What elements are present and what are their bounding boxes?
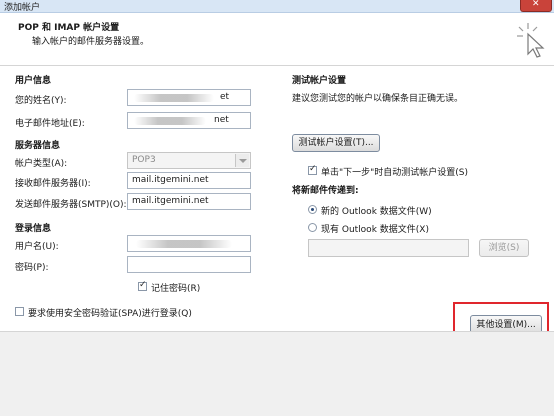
outgoing-server-value: mail.itgemini.net <box>132 196 209 206</box>
redacted-blur <box>134 94 214 102</box>
account-type-value: POP3 <box>132 155 156 165</box>
add-account-dialog: 添加帐户 ✕ POP 和 IMAP 帐户设置 输入帐户的邮件服务器设置。 用户信… <box>0 0 554 416</box>
login-info-heading: 登录信息 <box>15 224 52 234</box>
user-info-heading: 用户信息 <box>15 76 52 86</box>
header-subtitle: 输入帐户的邮件服务器设置。 <box>32 37 150 47</box>
title-bar: 添加帐户 ✕ <box>0 0 554 13</box>
dialog-header: POP 和 IMAP 帐户设置 输入帐户的邮件服务器设置。 <box>0 13 554 66</box>
outgoing-server-input[interactable]: mail.itgemini.net <box>127 193 251 210</box>
email-label: 电子邮件地址(E): <box>15 119 85 129</box>
existing-data-file-radio[interactable] <box>308 223 317 232</box>
test-account-settings-button[interactable]: 测试帐户设置(T)... <box>292 134 380 152</box>
remember-password-label: 记住密码(R) <box>151 284 201 294</box>
close-icon: ✕ <box>532 0 540 9</box>
cursor-click-icon <box>517 23 545 58</box>
username-label: 用户名(U): <box>15 242 59 252</box>
existing-data-file-path[interactable] <box>308 239 469 257</box>
name-label: 您的姓名(Y): <box>15 96 67 106</box>
incoming-server-label: 接收邮件服务器(I): <box>15 179 91 189</box>
dialog-footer <box>0 332 554 416</box>
email-value: net <box>214 115 229 125</box>
existing-data-file-label: 现有 Outlook 数据文件(X) <box>321 225 429 235</box>
account-type-label: 帐户类型(A): <box>15 159 68 169</box>
server-info-heading: 服务器信息 <box>15 141 61 151</box>
username-input[interactable] <box>127 235 251 252</box>
redacted-blur <box>134 117 206 125</box>
test-settings-heading: 测试帐户设置 <box>292 76 347 86</box>
new-data-file-radio[interactable] <box>308 205 317 214</box>
close-button[interactable]: ✕ <box>520 0 552 12</box>
password-input[interactable] <box>127 256 251 273</box>
email-input[interactable]: net <box>127 112 251 129</box>
chevron-down-icon <box>235 154 249 167</box>
account-type-select[interactable]: POP3 <box>127 152 251 169</box>
incoming-server-value: mail.itgemini.net <box>132 175 209 185</box>
name-value: et <box>220 92 230 102</box>
password-label: 密码(P): <box>15 263 49 273</box>
incoming-server-input[interactable]: mail.itgemini.net <box>127 172 251 189</box>
header-title: POP 和 IMAP 帐户设置 <box>18 23 120 33</box>
deliver-new-mail-heading: 将新邮件传递到: <box>292 186 359 196</box>
test-settings-description: 建议您测试您的帐户以确保条目正确无误。 <box>292 94 464 104</box>
auto-test-label: 单击"下一步"时自动测试帐户设置(S) <box>321 168 469 178</box>
spa-label: 要求使用安全密码验证(SPA)进行登录(Q) <box>28 309 192 319</box>
window-title: 添加帐户 <box>4 3 41 13</box>
spa-checkbox[interactable] <box>15 307 24 316</box>
redacted-blur <box>136 240 232 248</box>
outgoing-server-label: 发送邮件服务器(SMTP)(O): <box>15 200 127 210</box>
name-input[interactable]: et <box>127 89 251 106</box>
browse-button[interactable]: 浏览(S) <box>479 239 529 257</box>
new-data-file-label: 新的 Outlook 数据文件(W) <box>321 207 432 217</box>
auto-test-checkbox[interactable] <box>308 164 317 175</box>
remember-password-checkbox[interactable] <box>138 280 147 291</box>
